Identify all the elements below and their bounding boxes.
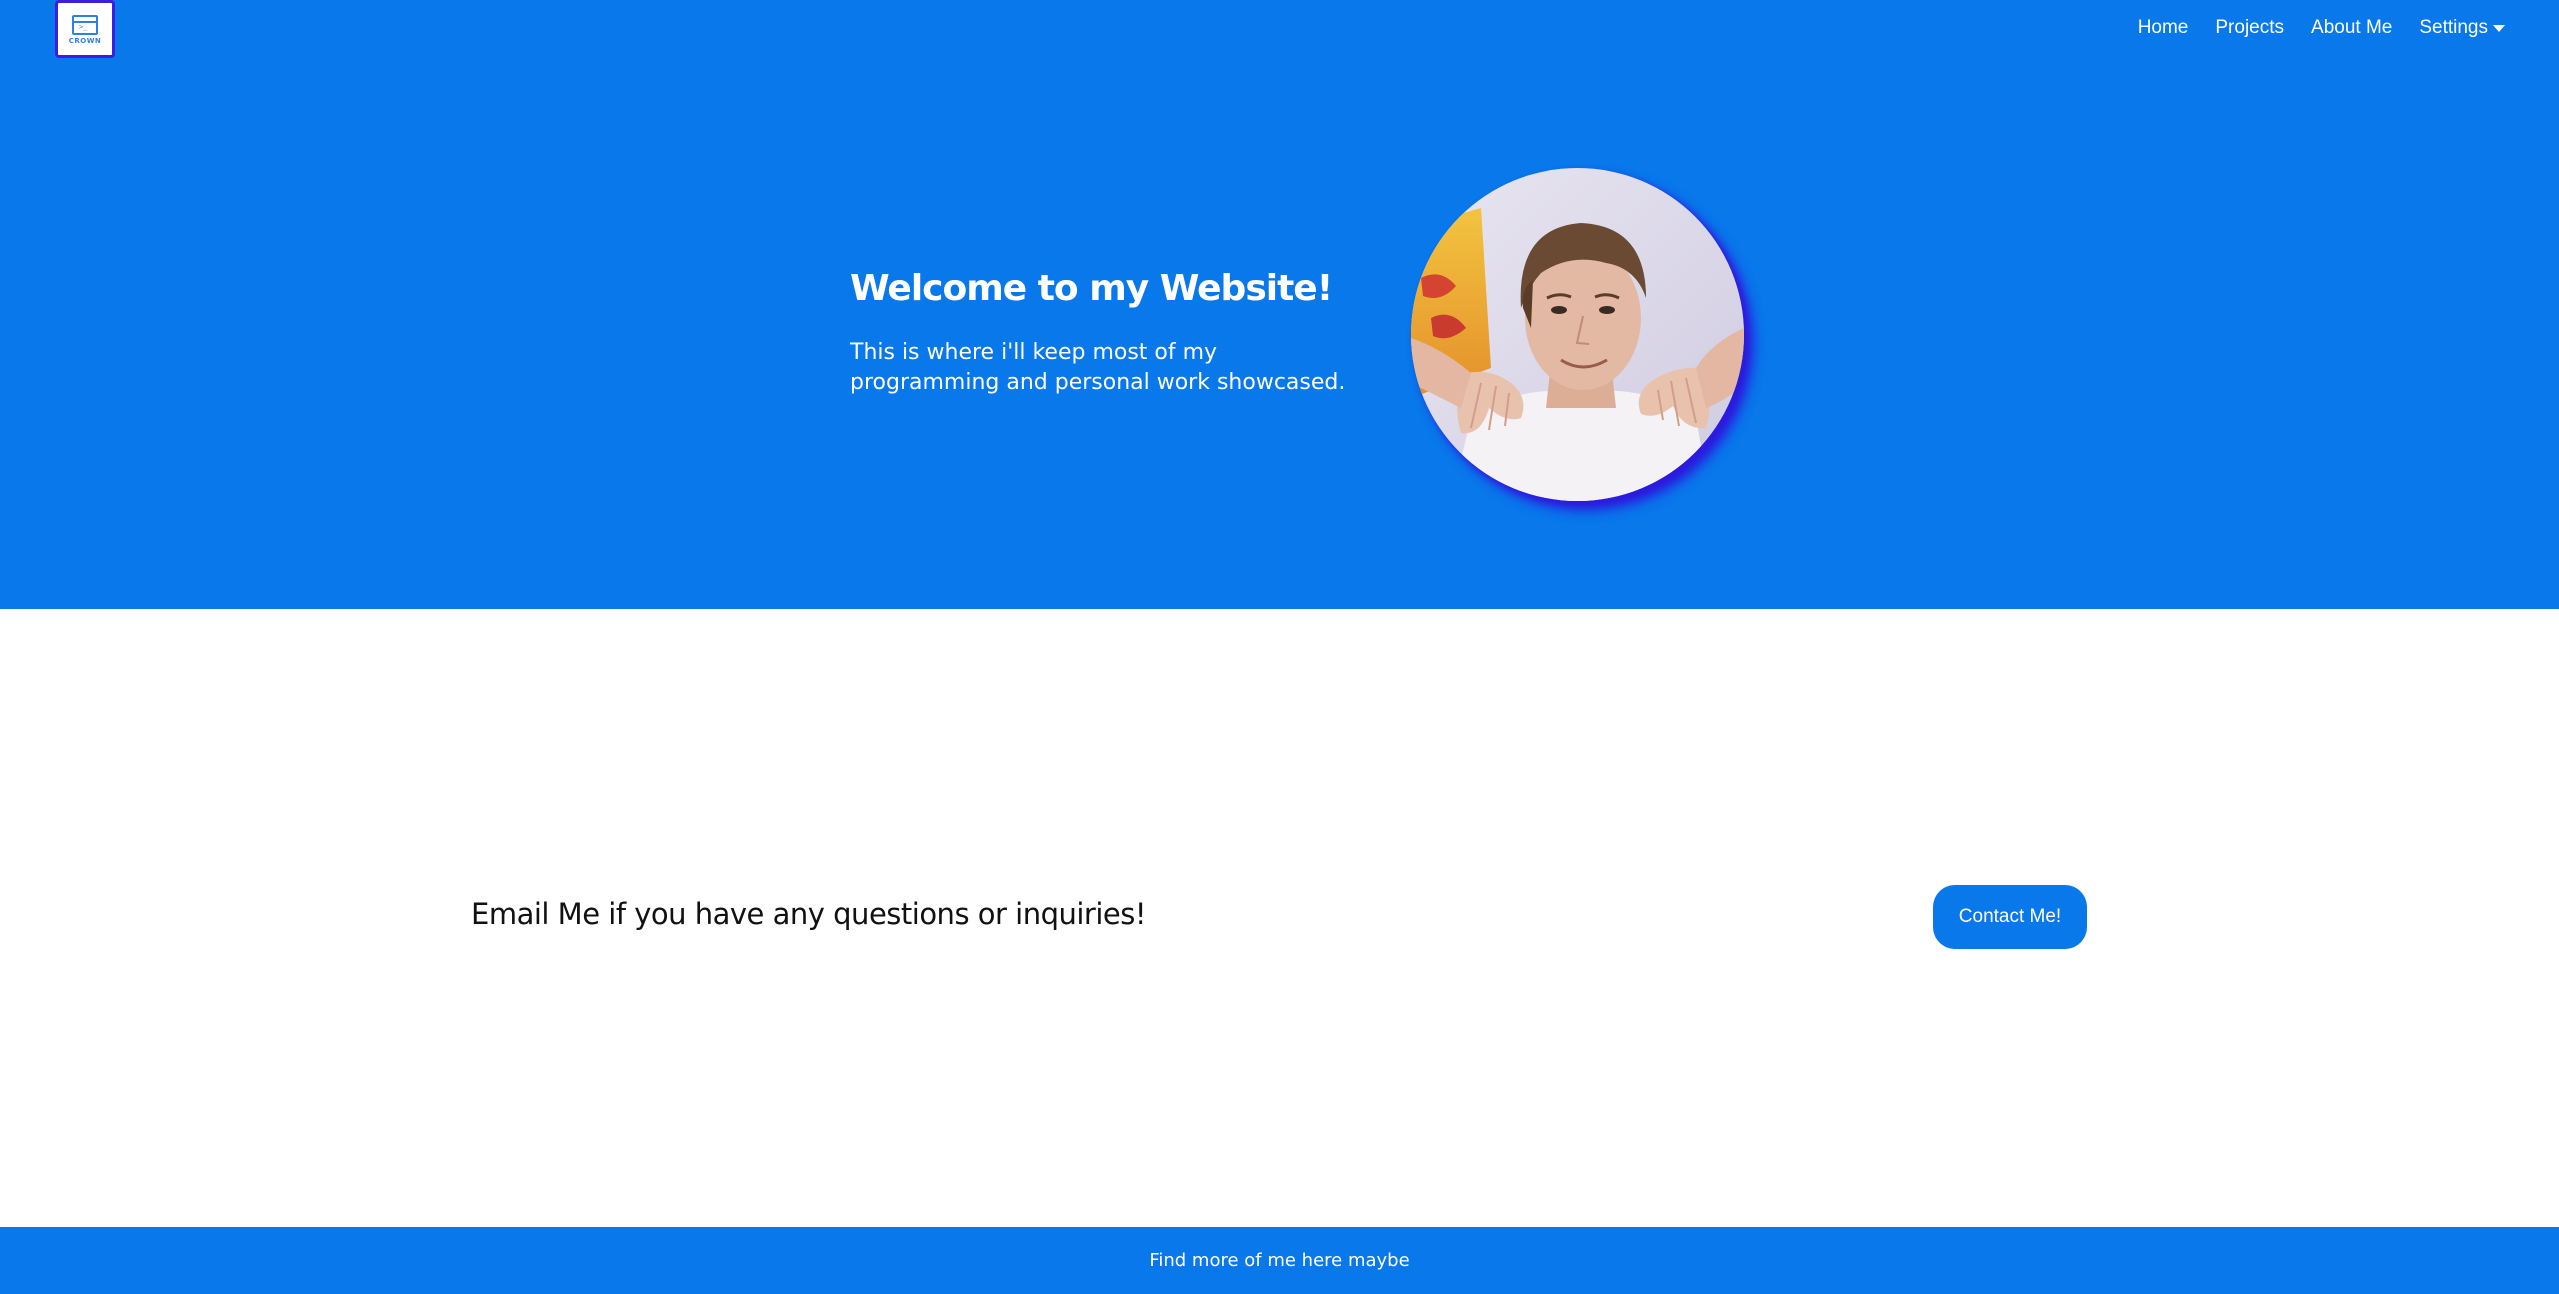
- logo-prompt: >_: [79, 23, 88, 31]
- terminal-window-icon: >_: [72, 15, 98, 35]
- nav-settings-label: Settings: [2419, 17, 2488, 38]
- profile-photo: [1411, 168, 1744, 501]
- footer: Find more of me here maybe: [0, 1227, 2559, 1294]
- site-logo[interactable]: >_ CROWN: [55, 0, 115, 58]
- logo-caption: CROWN: [68, 37, 102, 45]
- nav-projects[interactable]: Projects: [2215, 17, 2284, 39]
- hero-description: This is where i'll keep most of my progr…: [850, 340, 1346, 395]
- page: >_ CROWN Home Projects About Me Settings…: [0, 0, 2559, 1294]
- nav-about-me[interactable]: About Me: [2311, 17, 2392, 39]
- nav-settings-dropdown[interactable]: Settings: [2419, 17, 2505, 39]
- footer-link-text[interactable]: Find more of me here maybe: [1149, 1250, 1409, 1271]
- hero-title: Welcome to my Website!: [850, 268, 1333, 309]
- hero-section: >_ CROWN Home Projects About Me Settings…: [0, 0, 2559, 609]
- caret-down-icon: [2493, 25, 2505, 32]
- nav-home[interactable]: Home: [2138, 17, 2189, 39]
- avatar-frame: [1411, 168, 1744, 501]
- main-nav: Home Projects About Me Settings: [2138, 17, 2505, 39]
- contact-me-button[interactable]: Contact Me!: [1933, 885, 2087, 949]
- contact-message: Email Me if you have any questions or in…: [471, 897, 1147, 931]
